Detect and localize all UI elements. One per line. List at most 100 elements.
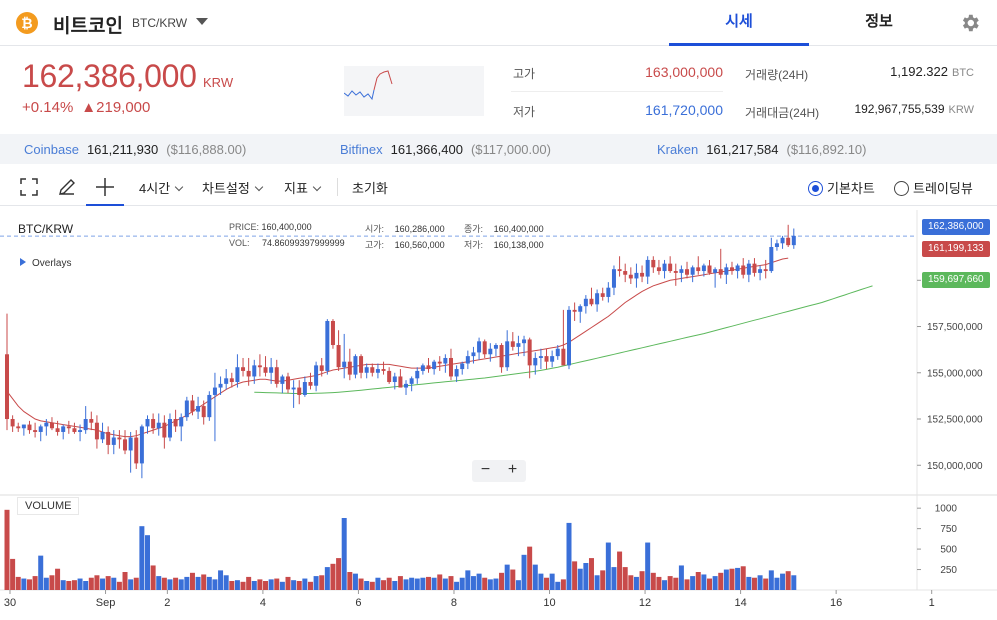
candle-body bbox=[201, 406, 206, 418]
vol-tick-label: 500 bbox=[940, 545, 957, 556]
candle-body bbox=[448, 357, 453, 377]
candle-body bbox=[100, 431, 105, 440]
zoom-out-button[interactable]: − bbox=[472, 461, 499, 479]
low-value: 161,720,000 bbox=[645, 102, 723, 118]
volume-bar bbox=[375, 577, 381, 590]
volume-bar bbox=[313, 576, 319, 590]
pencil-icon[interactable] bbox=[57, 177, 77, 197]
candle-body bbox=[488, 348, 493, 355]
overlays-toggle[interactable]: Overlays bbox=[20, 258, 71, 269]
candle-body bbox=[308, 382, 313, 386]
candle-body bbox=[302, 382, 307, 395]
candle-body bbox=[246, 370, 251, 377]
price-chart[interactable]: 150,000,000 152,500,000 155,000,000 157,500… bbox=[0, 207, 997, 620]
legend-key: 고가: bbox=[365, 240, 385, 250]
candle-body bbox=[752, 263, 757, 273]
chart-settings-button[interactable]: 차트설정 bbox=[202, 178, 264, 197]
candle-body bbox=[454, 369, 459, 377]
volume-bar bbox=[712, 576, 718, 590]
legend-open: 시가: 160,286,000 bbox=[365, 222, 445, 235]
candle-body bbox=[218, 383, 223, 388]
candle-body bbox=[465, 356, 470, 364]
candle-body bbox=[184, 400, 189, 418]
exchange-name: Kraken bbox=[657, 142, 699, 157]
candle-body bbox=[544, 356, 549, 362]
low-label: 저가 bbox=[513, 105, 536, 119]
candle-body bbox=[690, 267, 695, 275]
gear-icon[interactable] bbox=[959, 12, 981, 34]
volume-bar bbox=[111, 577, 117, 590]
legend-key: PRICE: bbox=[229, 222, 260, 232]
candle-body bbox=[510, 341, 515, 347]
high-value: 163,000,000 bbox=[645, 64, 723, 80]
view-tradingview-radio[interactable]: 트레이딩뷰 bbox=[894, 178, 973, 197]
indicators-label: 지표 bbox=[284, 181, 308, 196]
view-basic-radio[interactable]: 기본차트 bbox=[808, 178, 875, 197]
fullscreen-icon[interactable] bbox=[20, 178, 38, 196]
volume-bar bbox=[572, 561, 578, 590]
volume-bar bbox=[510, 569, 516, 590]
crosshair-tool[interactable] bbox=[86, 168, 124, 206]
x-tick-label: 16 bbox=[830, 597, 842, 609]
volume-bar bbox=[83, 581, 89, 590]
interval-select[interactable]: 4시간 bbox=[139, 178, 184, 197]
volume-bar bbox=[223, 575, 229, 590]
volume-bar bbox=[521, 554, 527, 590]
candle-body bbox=[207, 394, 212, 418]
candle-body bbox=[420, 365, 425, 371]
candle-body bbox=[409, 378, 414, 384]
candle-body bbox=[533, 357, 538, 366]
candle-body bbox=[162, 422, 167, 438]
view-basic-label: 기본차트 bbox=[827, 181, 875, 196]
price-unit: KRW bbox=[203, 75, 234, 90]
candle-body bbox=[342, 361, 347, 368]
candle-body bbox=[229, 378, 234, 383]
candle-body bbox=[713, 269, 718, 273]
volume-bar bbox=[470, 576, 476, 590]
candle-body bbox=[27, 424, 32, 431]
tab-market[interactable]: 시세 bbox=[669, 0, 809, 46]
volume-bar bbox=[785, 571, 791, 590]
volume-bar bbox=[678, 565, 684, 590]
caret-down-icon[interactable] bbox=[196, 18, 208, 25]
legend-low: 저가: 160,138,000 bbox=[464, 238, 544, 251]
volume-bar bbox=[381, 580, 387, 590]
y-tick-label: 150,000,000 bbox=[927, 461, 983, 472]
tab-info[interactable]: 정보 bbox=[809, 0, 949, 46]
candle-body bbox=[224, 378, 229, 384]
volume-bar bbox=[577, 568, 583, 590]
indicators-button[interactable]: 지표 bbox=[284, 178, 322, 197]
volume-bar bbox=[633, 576, 639, 590]
candle-body bbox=[398, 376, 403, 388]
volume-bar bbox=[15, 576, 21, 590]
volume-bar bbox=[77, 578, 83, 590]
candle-body bbox=[235, 367, 240, 383]
pair-label[interactable]: BTC/KRW bbox=[132, 16, 187, 30]
volume-bar bbox=[43, 577, 49, 590]
y-tick-label: 152,500,000 bbox=[927, 415, 983, 426]
volume-bar bbox=[88, 577, 94, 590]
volume-bar bbox=[128, 579, 134, 590]
reset-button[interactable]: 초기화 bbox=[352, 178, 388, 197]
exchange-usd: ($116,892.10) bbox=[786, 142, 867, 157]
vol-tick-label: 750 bbox=[940, 524, 957, 535]
volume-bar bbox=[156, 576, 162, 590]
exchange-krw: 161,217,584 bbox=[706, 142, 779, 157]
last-price-tag: 162,386,000 bbox=[922, 219, 990, 235]
volume-bar bbox=[751, 577, 757, 590]
volume-bar bbox=[139, 526, 145, 590]
amount-label: 거래대금(24H) bbox=[745, 106, 820, 120]
volume-bar bbox=[330, 563, 336, 590]
candle-body bbox=[381, 369, 386, 371]
divider bbox=[511, 91, 723, 92]
volume-bar bbox=[100, 578, 106, 590]
volume-bar bbox=[66, 581, 72, 590]
candle-body bbox=[583, 298, 588, 307]
candle-body bbox=[151, 419, 156, 429]
volume-bar bbox=[555, 581, 561, 590]
candle-body bbox=[471, 352, 476, 357]
candle-body bbox=[791, 235, 796, 246]
candle-body bbox=[718, 269, 723, 275]
volume-bar bbox=[234, 580, 240, 590]
zoom-in-button[interactable]: + bbox=[499, 461, 526, 479]
